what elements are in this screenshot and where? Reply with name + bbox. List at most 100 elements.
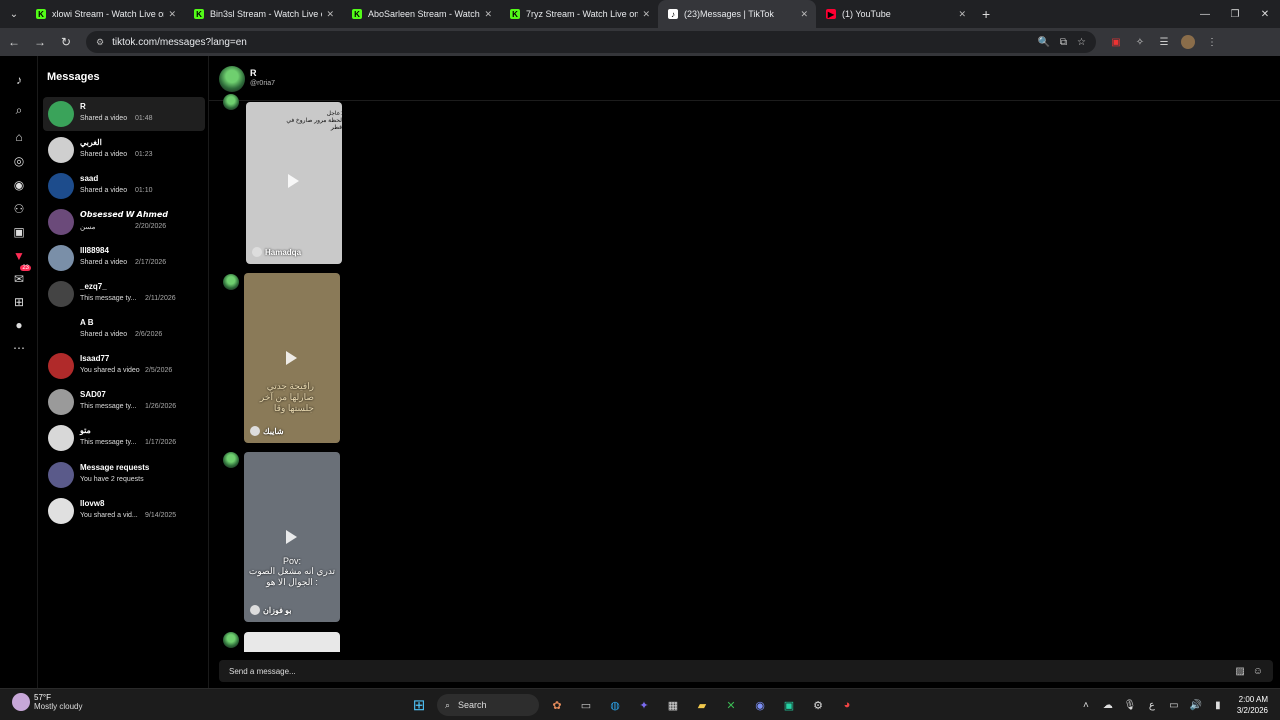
tab-search-icon[interactable]: ⌄ — [2, 4, 26, 24]
tab-close-icon[interactable]: ✕ — [642, 9, 650, 20]
live-icon[interactable]: ▣ — [9, 222, 29, 242]
profile-icon[interactable]: ● — [9, 315, 29, 335]
image-icon[interactable]: ▨ — [1235, 666, 1244, 677]
browser-tab[interactable]: K 7ryz Stream - Watch Live on Ki ✕ — [500, 0, 658, 28]
microphone-icon[interactable]: 🎙 — [1119, 700, 1141, 711]
conversation-item[interactable]: Isaad77 You shared a video 2/5/2026 — [43, 349, 205, 383]
conversation-item[interactable]: Message requests You have 2 requests — [43, 458, 205, 492]
browser-tab[interactable]: ▶ (1) YouTube ✕ — [816, 0, 974, 28]
more-icon[interactable]: ⋯ — [9, 338, 29, 358]
start-icon[interactable]: ⊞ — [408, 694, 430, 716]
address-bar[interactable]: ⚙ tiktok.com/messages?lang=en 🔍 ⧉ ☆ — [86, 31, 1096, 53]
conversation-time: 2/20/2026 — [135, 223, 167, 230]
toolbar-right: ▣ ✧ ☰ ⋮ — [1104, 35, 1224, 49]
tab-close-icon[interactable]: ✕ — [326, 9, 334, 20]
app-icon[interactable]: ▣ — [778, 694, 800, 716]
minimize-icon[interactable]: — — [1190, 0, 1220, 28]
install-app-icon[interactable]: ⧉ — [1060, 37, 1067, 48]
tiktok-logo-icon[interactable]: ♪ — [9, 70, 29, 90]
chat-avatar[interactable] — [219, 66, 245, 92]
zoom-icon[interactable]: 🔍 — [1037, 37, 1049, 48]
volume-icon[interactable]: 🔊 — [1185, 700, 1207, 711]
menu-icon[interactable]: ⋮ — [1200, 37, 1224, 48]
tab-title: Bin3sl Stream - Watch Live on K — [210, 9, 322, 19]
copilot-icon[interactable]: ✦ — [633, 694, 655, 716]
conversation-item[interactable]: R Shared a video 01:48 — [43, 97, 205, 131]
browser-tab[interactable]: Kxlowi Stream - Watch Live on Ki ✕ — [26, 0, 184, 28]
conversation-item[interactable]: _ezq7_ This message ty... 2/11/2026 — [43, 277, 205, 311]
conversation-time: 1/26/2026 — [145, 403, 177, 410]
messages-icon[interactable]: ✉ 23 — [9, 265, 31, 289]
conversation-preview: You shared a video — [80, 367, 140, 374]
video-message[interactable]: Pov: تدري انه مشغل الصوت الجوال الا هو :… — [244, 452, 340, 622]
conversation-item[interactable]: A B Shared a video 2/6/2026 — [43, 313, 205, 347]
taskbar-search[interactable]: ⌕ Search — [437, 694, 539, 716]
chevron-up-icon[interactable]: ˄ — [1075, 700, 1097, 711]
tab-close-icon[interactable]: ✕ — [168, 9, 176, 20]
upload-icon[interactable]: ⊞ — [9, 292, 29, 312]
task-view-icon[interactable]: ▭ — [575, 694, 597, 716]
message-input[interactable]: Send a message... — [229, 667, 1227, 676]
network-icon[interactable]: ▭ — [1163, 700, 1185, 711]
settings-icon[interactable]: ⚙ — [807, 694, 829, 716]
close-window-icon[interactable]: ✕ — [1250, 0, 1280, 28]
language-icon[interactable]: ع — [1141, 700, 1163, 711]
video-message[interactable]: عاجل: لحظة مرور صاروخ في قطر Hamadqa — [246, 102, 342, 264]
home-icon[interactable]: ⌂ — [9, 127, 29, 147]
new-tab-button[interactable]: + — [982, 6, 990, 22]
conversation-item[interactable]: llovw8 You shared a vid... 9/14/2025 — [43, 494, 205, 528]
edge-icon[interactable]: ◍ — [604, 694, 626, 716]
store-icon[interactable]: ▦ — [662, 694, 684, 716]
extensions-icon[interactable]: ✧ — [1128, 37, 1152, 48]
clock[interactable]: 2:00 AM 3/2/2026 — [1237, 694, 1268, 716]
conversation-item[interactable]: saad Shared a video 01:10 — [43, 169, 205, 203]
discord-icon[interactable]: ◉ — [749, 694, 771, 716]
conversation-item[interactable]: متو This message ty... 1/17/2026 — [43, 421, 205, 455]
tab-close-icon[interactable]: ✕ — [484, 9, 492, 20]
reading-list-icon[interactable]: ☰ — [1152, 37, 1176, 48]
browser-tab[interactable]: K AboSarleen Stream - Watch Live ✕ — [342, 0, 500, 28]
conversation-time: 2/6/2026 — [135, 331, 163, 338]
tab-title: 7ryz Stream - Watch Live on Ki — [526, 9, 639, 19]
emoji-icon[interactable]: ☺ — [1253, 666, 1263, 677]
profile-avatar[interactable] — [1181, 35, 1195, 49]
reload-icon[interactable]: ↻ — [54, 30, 78, 54]
browser-tab[interactable]: K Bin3sl Stream - Watch Live on K ✕ — [184, 0, 342, 28]
conversation-time: 2/17/2026 — [135, 259, 167, 266]
extension-badge-icon[interactable]: ▣ — [1104, 37, 1128, 48]
search-icon[interactable]: ⌕ — [9, 100, 29, 120]
live-avatar-icon[interactable]: ◉ — [9, 175, 29, 195]
maximize-icon[interactable]: ❐ — [1220, 0, 1250, 28]
browser-tab[interactable]: ♪ (23)Messages | TikTok ✕ — [658, 0, 816, 28]
onedrive-icon[interactable]: ☁ — [1097, 700, 1119, 711]
following-icon[interactable]: ⚇ — [9, 199, 29, 219]
conversation-item[interactable]: 𝙊𝙗𝙨𝙚𝙨𝙨𝙚𝙙 𝙒 𝘼𝙝𝙢𝙚𝙙 مسن 2/20/2026 — [43, 205, 205, 239]
video-message[interactable]: رافيحة جدتي صارلها من آخر جلستها وقا شاي… — [244, 273, 340, 443]
file-explorer-icon[interactable]: ▰ — [691, 694, 713, 716]
back-icon[interactable]: ← — [2, 30, 26, 54]
widgets-icon[interactable]: ✿ — [546, 694, 568, 716]
activity-icon[interactable]: ▼ — [9, 246, 29, 266]
conversation-name: lll88984 — [80, 246, 109, 255]
weather-icon — [12, 693, 30, 711]
play-icon — [288, 174, 299, 188]
tab-close-icon[interactable]: ✕ — [958, 9, 966, 20]
left-nav-rail: ♪ ⌕ ⌂ ◎ ◉ ⚇ ▣ ▼ ✉ 23 ⊞ ● ⋯ — [0, 56, 38, 688]
explore-icon[interactable]: ◎ — [9, 151, 29, 171]
site-info-icon[interactable]: ⚙ — [96, 37, 104, 48]
conversation-item[interactable]: الغربي Shared a video 01:23 — [43, 133, 205, 167]
conversation-item[interactable]: lll88984 Shared a video 2/17/2026 — [43, 241, 205, 275]
forward-icon[interactable]: → — [28, 30, 52, 54]
tab-close-icon[interactable]: ✕ — [800, 9, 808, 20]
chat-name[interactable]: R — [250, 68, 257, 78]
chrome-icon[interactable]: ◕ — [836, 694, 858, 716]
battery-icon[interactable]: ▮ — [1207, 700, 1229, 711]
conversation-name: Message requests — [80, 463, 150, 472]
sender-avatar — [223, 452, 239, 468]
message-composer[interactable]: Send a message... ▨ ☺ — [219, 660, 1273, 682]
xbox-icon[interactable]: ✕ — [720, 694, 742, 716]
conversation-item[interactable]: SAD07 This message ty... 1/26/2026 — [43, 385, 205, 419]
weather-widget[interactable]: 57°F Mostly cloudy — [12, 693, 82, 711]
bookmark-star-icon[interactable]: ☆ — [1077, 37, 1086, 48]
video-message[interactable] — [244, 632, 340, 652]
